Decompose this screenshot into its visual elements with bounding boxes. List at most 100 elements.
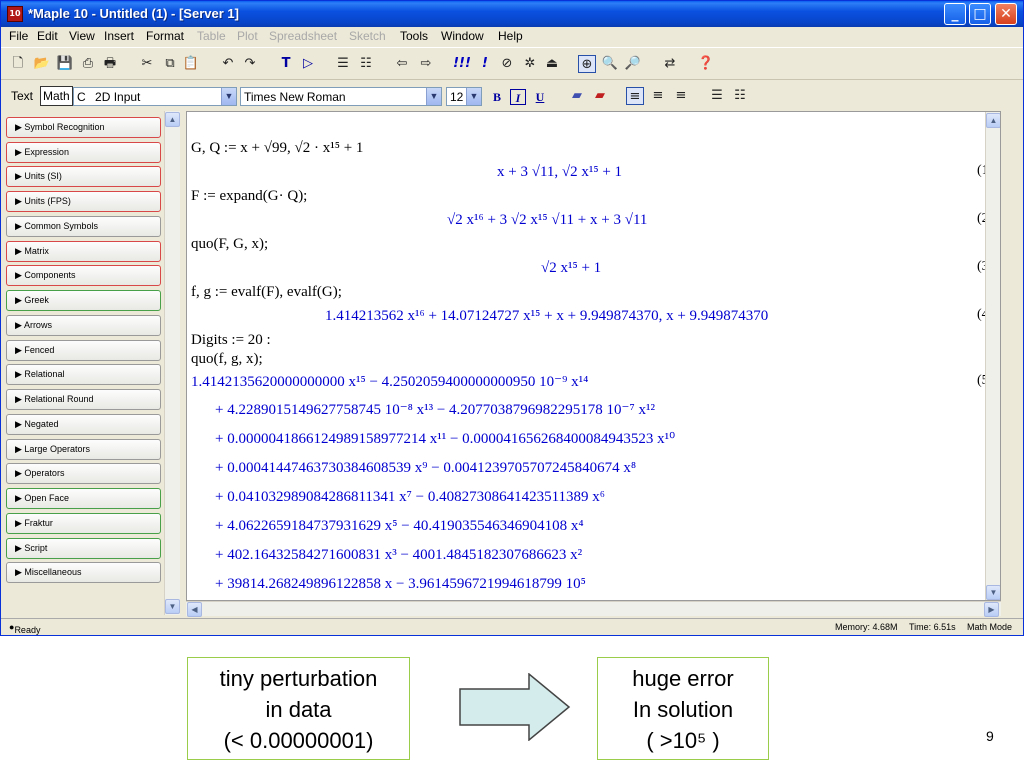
- status-time: Time: 6.51s: [909, 622, 956, 632]
- zoom-200-icon[interactable]: 🔎: [624, 55, 642, 73]
- menu-sketch[interactable]: Sketch: [349, 29, 386, 43]
- palette-relational-round[interactable]: ▶ Relational Round: [6, 389, 161, 410]
- numbered-list-icon[interactable]: ☷: [731, 87, 749, 105]
- palette-units-fps[interactable]: ▶ Units (FPS): [6, 191, 161, 212]
- menu-help[interactable]: Help: [498, 29, 523, 43]
- close-button[interactable]: ✕: [995, 3, 1017, 25]
- scroll-left-icon[interactable]: ◀: [187, 602, 202, 617]
- undo-icon[interactable]: ↶: [219, 55, 237, 73]
- chevron-down-icon[interactable]: ▼: [426, 88, 441, 105]
- back-arrow-icon[interactable]: ⇦: [393, 55, 411, 73]
- bold-button[interactable]: B: [489, 89, 505, 105]
- palette-panel: ▶ Symbol Recognition ▶ Expression ▶ Unit…: [1, 111, 183, 617]
- highlight-color-icon[interactable]: ▰: [591, 87, 609, 105]
- chevron-down-icon[interactable]: ▼: [221, 88, 236, 105]
- input-line-1[interactable]: G, Q := x + √99, √2 · x¹⁵ + 1: [191, 139, 363, 157]
- scroll-down-icon[interactable]: ▼: [986, 585, 1000, 600]
- palette-relational[interactable]: ▶ Relational: [6, 364, 161, 385]
- math-mode-toggle[interactable]: Math: [40, 86, 73, 106]
- palette-common-symbols[interactable]: ▶ Common Symbols: [6, 216, 161, 237]
- maximize-button[interactable]: □: [969, 3, 991, 25]
- print-preview-icon[interactable]: ⎙: [79, 55, 97, 73]
- cut-icon[interactable]: ✂: [138, 55, 156, 73]
- zoom-150-icon[interactable]: 🔍: [601, 55, 619, 73]
- menu-table[interactable]: Table: [197, 29, 226, 43]
- palette-negated[interactable]: ▶ Negated: [6, 414, 161, 435]
- error-box: huge error In solution ( >10⁵ ): [597, 657, 769, 760]
- scroll-right-icon[interactable]: ▶: [984, 602, 999, 617]
- menu-tools[interactable]: Tools: [400, 29, 428, 43]
- input-line-3[interactable]: quo(F, G, x);: [191, 235, 268, 253]
- print-icon[interactable]: 🖶: [101, 55, 119, 73]
- chevron-down-icon[interactable]: ▼: [466, 88, 481, 105]
- palette-matrix[interactable]: ▶ Matrix: [6, 241, 161, 262]
- menu-format[interactable]: Format: [146, 29, 184, 43]
- paste-icon[interactable]: 📋: [182, 55, 200, 73]
- input-style-combo[interactable]: C 2D Input ▼: [73, 87, 237, 106]
- palette-symbol-recognition[interactable]: ▶ Symbol Recognition: [6, 117, 161, 138]
- forward-arrow-icon[interactable]: ⇨: [417, 55, 435, 73]
- palette-components[interactable]: ▶ Components: [6, 265, 161, 286]
- title-bar[interactable]: 10 *Maple 10 - Untitled (1) - [Server 1]…: [1, 1, 1023, 27]
- underline-button[interactable]: U: [532, 89, 548, 105]
- menu-view[interactable]: View: [69, 29, 95, 43]
- menu-file[interactable]: File: [9, 29, 28, 43]
- copy-icon[interactable]: ⧉: [161, 55, 179, 73]
- font-family-combo[interactable]: Times New Roman ▼: [240, 87, 442, 106]
- stop-icon[interactable]: ⊘: [498, 55, 516, 73]
- palette-operators[interactable]: ▶ Operators: [6, 463, 161, 484]
- palette-fenced[interactable]: ▶ Fenced: [6, 340, 161, 361]
- status-memory: Memory: 4.68M: [835, 622, 898, 632]
- palette-units-si[interactable]: ▶ Units (SI): [6, 166, 161, 187]
- align-left-icon[interactable]: ≡: [626, 87, 644, 105]
- toggle-icon[interactable]: ⇄: [661, 55, 679, 73]
- palette-scrollbar[interactable]: ▲ ▼: [164, 111, 180, 615]
- scroll-up-icon[interactable]: ▲: [986, 113, 1000, 128]
- scroll-up-icon[interactable]: ▲: [165, 112, 180, 127]
- palette-expression[interactable]: ▶ Expression: [6, 142, 161, 163]
- worksheet[interactable]: G, Q := x + √99, √2 · x¹⁵ + 1 x + 3 √11,…: [186, 111, 1001, 601]
- menu-insert[interactable]: Insert: [104, 29, 134, 43]
- text-mode-label[interactable]: Text: [11, 89, 33, 103]
- text-color-icon[interactable]: ▰: [568, 87, 586, 105]
- execution-group-icon[interactable]: ▷: [299, 55, 317, 73]
- save-icon[interactable]: 💾: [56, 55, 74, 73]
- outdent-icon[interactable]: ☷: [357, 55, 375, 73]
- palette-arrows[interactable]: ▶ Arrows: [6, 315, 161, 336]
- align-right-icon[interactable]: ≡: [672, 87, 690, 105]
- indent-icon[interactable]: ☰: [334, 55, 352, 73]
- palette-greek[interactable]: ▶ Greek: [6, 290, 161, 311]
- minimize-button[interactable]: _: [944, 3, 966, 25]
- palette-open-face[interactable]: ▶ Open Face: [6, 488, 161, 509]
- palette-fraktur[interactable]: ▶ Fraktur: [6, 513, 161, 534]
- new-document-icon[interactable]: 🗋: [9, 55, 27, 73]
- execute-icon[interactable]: !: [476, 55, 494, 73]
- bullet-list-icon[interactable]: ☰: [708, 87, 726, 105]
- restart-icon[interactable]: ⏏: [543, 55, 561, 73]
- palette-script[interactable]: ▶ Script: [6, 538, 161, 559]
- redo-icon[interactable]: ↷: [241, 55, 259, 73]
- italic-button[interactable]: I: [510, 89, 526, 105]
- font-size-combo[interactable]: 12 ▼: [446, 87, 482, 106]
- palette-large-operators[interactable]: ▶ Large Operators: [6, 439, 161, 460]
- menu-spreadsheet[interactable]: Spreadsheet: [269, 29, 337, 43]
- text-mode-icon[interactable]: T: [277, 55, 295, 73]
- palette-miscellaneous[interactable]: ▶ Miscellaneous: [6, 562, 161, 583]
- zoom-100-icon[interactable]: ⊕: [578, 55, 596, 73]
- input-line-5a[interactable]: Digits := 20 :: [191, 331, 271, 349]
- worksheet-vertical-scrollbar[interactable]: ▲ ▼: [985, 112, 1000, 600]
- open-folder-icon[interactable]: 📂: [33, 55, 51, 73]
- help-icon[interactable]: ❓: [697, 55, 715, 73]
- c-style-label: C: [77, 90, 86, 104]
- menu-window[interactable]: Window: [441, 29, 484, 43]
- menu-edit[interactable]: Edit: [37, 29, 58, 43]
- input-line-2[interactable]: F := expand(G· Q);: [191, 187, 307, 205]
- debug-icon[interactable]: ✲: [521, 55, 539, 73]
- execute-all-icon[interactable]: !!!: [453, 55, 471, 73]
- input-line-4[interactable]: f, g := evalf(F), evalf(G);: [191, 283, 342, 301]
- scroll-down-icon[interactable]: ▼: [165, 599, 180, 614]
- worksheet-horizontal-scrollbar[interactable]: ◀ ▶: [186, 601, 1001, 617]
- input-line-5b[interactable]: quo(f, g, x);: [191, 350, 263, 368]
- menu-plot[interactable]: Plot: [237, 29, 258, 43]
- align-center-icon[interactable]: ≡: [649, 87, 667, 105]
